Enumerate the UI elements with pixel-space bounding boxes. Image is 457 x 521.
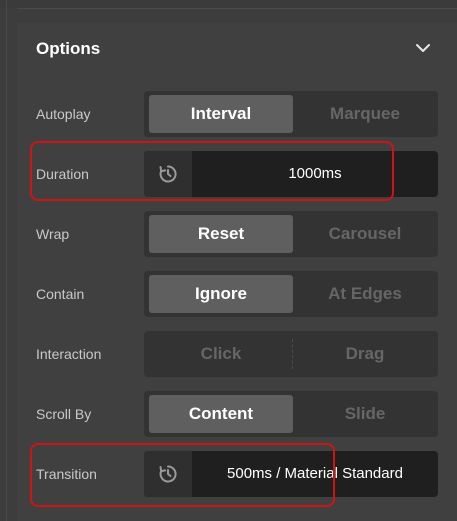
autoplay-segmented-control: Interval Marquee bbox=[144, 91, 438, 137]
contain-segmented-control: Ignore At Edges bbox=[144, 271, 438, 317]
top-bar bbox=[0, 0, 457, 8]
wrap-option-reset[interactable]: Reset bbox=[149, 215, 293, 253]
interaction-option-drag[interactable]: Drag bbox=[293, 335, 437, 373]
transition-label: Transition bbox=[36, 466, 97, 482]
transition-reset-button[interactable] bbox=[144, 451, 192, 497]
interaction-option-click[interactable]: Click bbox=[149, 335, 293, 373]
autoplay-label: Autoplay bbox=[36, 106, 91, 122]
contain-label: Contain bbox=[36, 286, 85, 302]
duration-value[interactable]: 1000ms bbox=[192, 151, 438, 197]
autoplay-option-interval[interactable]: Interval bbox=[149, 95, 293, 133]
scroll-by-segmented-control: Content Slide bbox=[144, 391, 438, 437]
autoplay-option-marquee[interactable]: Marquee bbox=[293, 95, 437, 133]
transition-field[interactable]: 500ms / Material Standard bbox=[144, 451, 438, 497]
wrap-label: Wrap bbox=[36, 226, 70, 242]
wrap-segmented-control: Reset Carousel bbox=[144, 211, 438, 257]
contain-option-at-edges[interactable]: At Edges bbox=[293, 275, 437, 313]
duration-reset-button[interactable] bbox=[144, 151, 192, 197]
left-divider bbox=[6, 0, 7, 521]
interaction-label: Interaction bbox=[36, 346, 102, 362]
chevron-down-icon[interactable] bbox=[414, 41, 432, 55]
panel-title: Options bbox=[36, 39, 101, 58]
reset-icon bbox=[159, 465, 177, 483]
wrap-option-carousel[interactable]: Carousel bbox=[293, 215, 437, 253]
reset-icon bbox=[159, 165, 177, 183]
duration-label: Duration bbox=[36, 166, 89, 182]
interaction-segmented-control: Click Drag bbox=[144, 331, 438, 377]
scroll-by-option-content[interactable]: Content bbox=[149, 395, 293, 433]
transition-value[interactable]: 500ms / Material Standard bbox=[192, 451, 438, 497]
scroll-by-label: Scroll By bbox=[36, 406, 92, 422]
panel-top-divider bbox=[17, 8, 457, 9]
duration-field[interactable]: 1000ms bbox=[144, 151, 438, 197]
contain-option-ignore[interactable]: Ignore bbox=[149, 275, 293, 313]
scroll-by-option-slide[interactable]: Slide bbox=[293, 395, 437, 433]
